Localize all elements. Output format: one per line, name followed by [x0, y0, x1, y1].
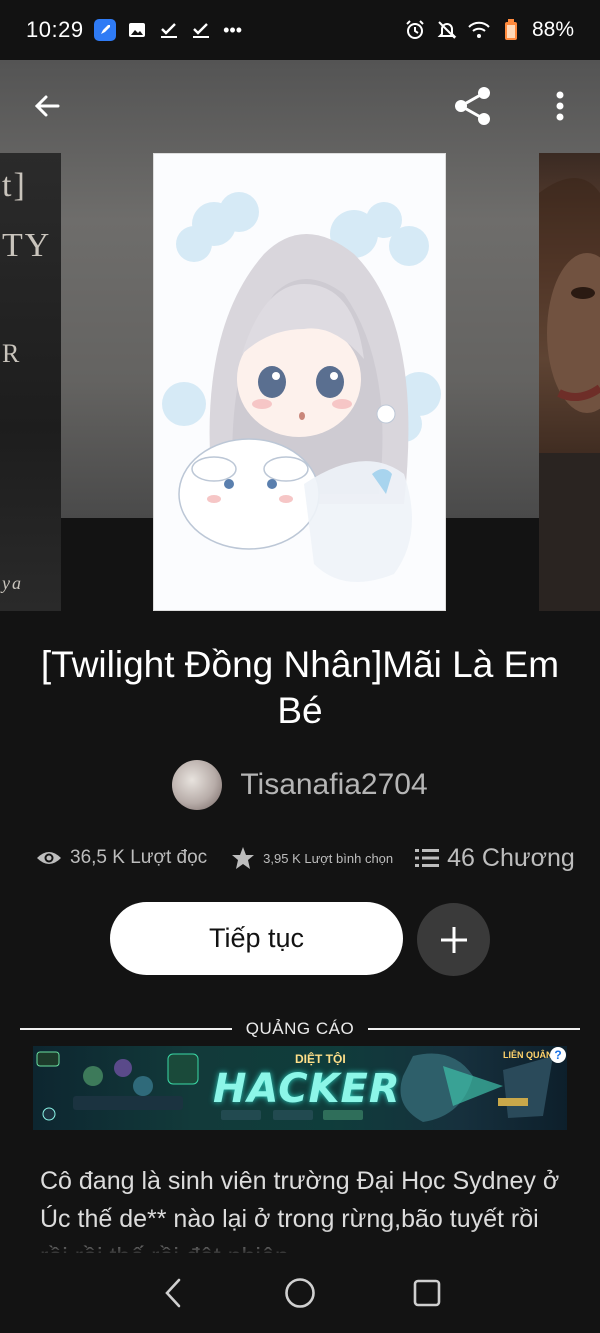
cover-text: R [2, 339, 22, 368]
ad-brand: LIÊN QUÂN [503, 1050, 553, 1060]
chapters-count[interactable]: 46 Chương [447, 844, 575, 873]
nav-back-icon [165, 1278, 181, 1308]
cover-text: TY [2, 227, 52, 264]
divider-line [368, 1028, 580, 1030]
more-notifications-icon: ••• [223, 19, 243, 40]
list-icon [415, 849, 440, 867]
book-cover[interactable] [153, 153, 446, 611]
wifi-icon [468, 19, 490, 41]
checklist-icon [158, 19, 180, 41]
author-row[interactable]: Tisanafia2704 [0, 760, 600, 810]
ad-info-icon[interactable]: ? [550, 1047, 566, 1063]
ad-divider: QUẢNG CÁO [20, 1016, 580, 1042]
share-icon [455, 87, 490, 125]
status-right: 88% [404, 18, 574, 42]
portrait-illustration [539, 178, 600, 611]
add-to-library-button[interactable] [417, 903, 490, 976]
plus-icon [440, 926, 467, 953]
votes-stat: 3,95 K Lượt bình chọn [231, 846, 393, 870]
back-button[interactable] [23, 82, 71, 130]
reads-count: 36,5 K Lượt đọc [70, 847, 208, 868]
alarm-icon [404, 19, 426, 41]
nav-recents-icon [413, 1279, 440, 1307]
rocket-app-icon [93, 19, 116, 41]
battery-icon [500, 19, 522, 41]
ad-kicker: DIỆT TỘI [295, 1052, 346, 1066]
cover-text: ya [2, 573, 23, 593]
book-title: [Twilight Đồng Nhân]Mãi Là Em Bé [40, 644, 560, 731]
nav-home-icon [285, 1278, 315, 1308]
ad-label: QUẢNG CÁO [245, 1019, 355, 1038]
arrow-left-icon [34, 95, 60, 117]
chapters-stat[interactable]: 46 Chương [415, 844, 575, 873]
share-button[interactable] [449, 82, 497, 130]
ad-headline: HACKER [213, 1066, 401, 1112]
previous-book-cover[interactable]: t] TY R ya [0, 153, 61, 611]
status-left: 10:29 ••• [26, 17, 244, 43]
avatar[interactable] [172, 760, 223, 810]
next-book-cover[interactable] [539, 153, 600, 611]
nav-recents-button[interactable] [402, 1268, 452, 1318]
mute-icon [436, 19, 458, 41]
votes-count: 3,95 K Lượt bình chọn [263, 850, 394, 866]
more-options-button[interactable] [536, 82, 584, 130]
eye-icon [37, 852, 61, 864]
checklist-icon [190, 19, 212, 41]
status-time: 10:29 [26, 17, 84, 42]
reads-stat: 36,5 K Lượt đọc [36, 847, 207, 869]
star-icon [232, 847, 255, 869]
status-bar: 10:29 ••• 88% [0, 0, 600, 60]
divider-line [20, 1028, 232, 1030]
nav-home-button[interactable] [275, 1268, 325, 1318]
battery-percent: 88% [531, 18, 574, 41]
image-icon [126, 19, 148, 41]
more-vertical-icon [556, 91, 564, 121]
ad-banner[interactable]: DIỆT TỘI HACKER LIÊN QUÂN [33, 1046, 567, 1130]
author-name[interactable]: Tisanafia2704 [240, 768, 427, 802]
continue-reading-button[interactable]: Tiếp tục [110, 902, 403, 975]
nav-back-button[interactable] [148, 1268, 198, 1318]
cover-illustration [162, 192, 441, 582]
stats-row: 36,5 K Lượt đọc 3,95 K Lượt bình chọn 46… [36, 838, 576, 878]
cover-text: t] [2, 167, 27, 204]
system-nav-bar [0, 1253, 600, 1333]
